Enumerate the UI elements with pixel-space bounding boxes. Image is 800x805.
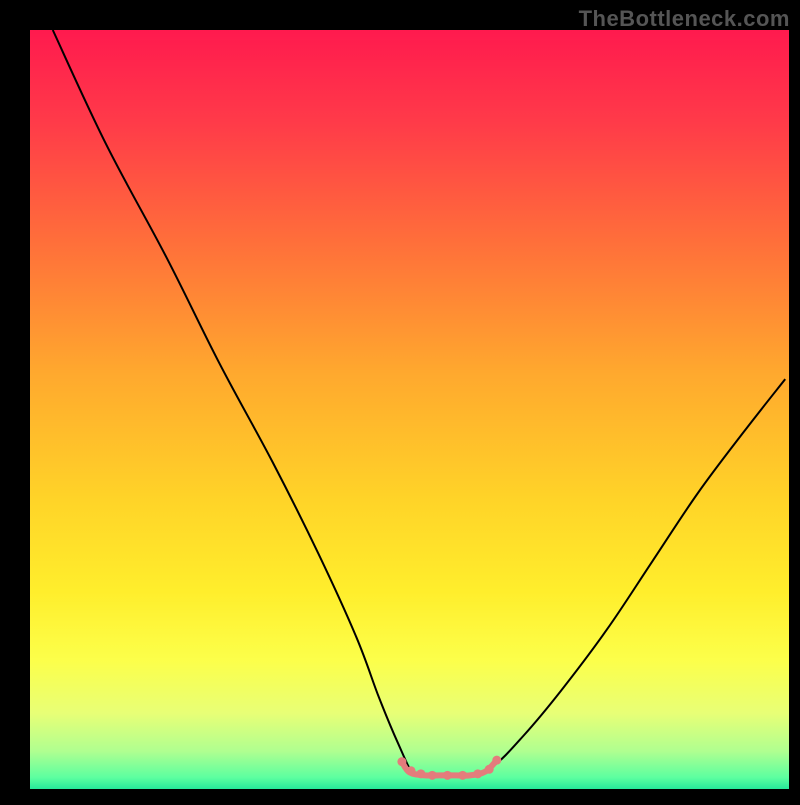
optimal-region-dot [473,769,482,778]
chart-gradient-bg [30,30,789,789]
bottleneck-chart [0,0,800,800]
watermark-text: TheBottleneck.com [579,6,790,32]
optimal-region-dot [485,765,494,774]
optimal-region-dot [428,771,437,780]
optimal-region-dot [443,771,452,780]
chart-container [0,0,800,800]
optimal-region-dot [458,771,467,780]
optimal-region-dot [407,766,416,775]
optimal-region-dot [416,769,425,778]
optimal-region-dot [397,757,406,766]
optimal-region-dot [492,756,501,765]
